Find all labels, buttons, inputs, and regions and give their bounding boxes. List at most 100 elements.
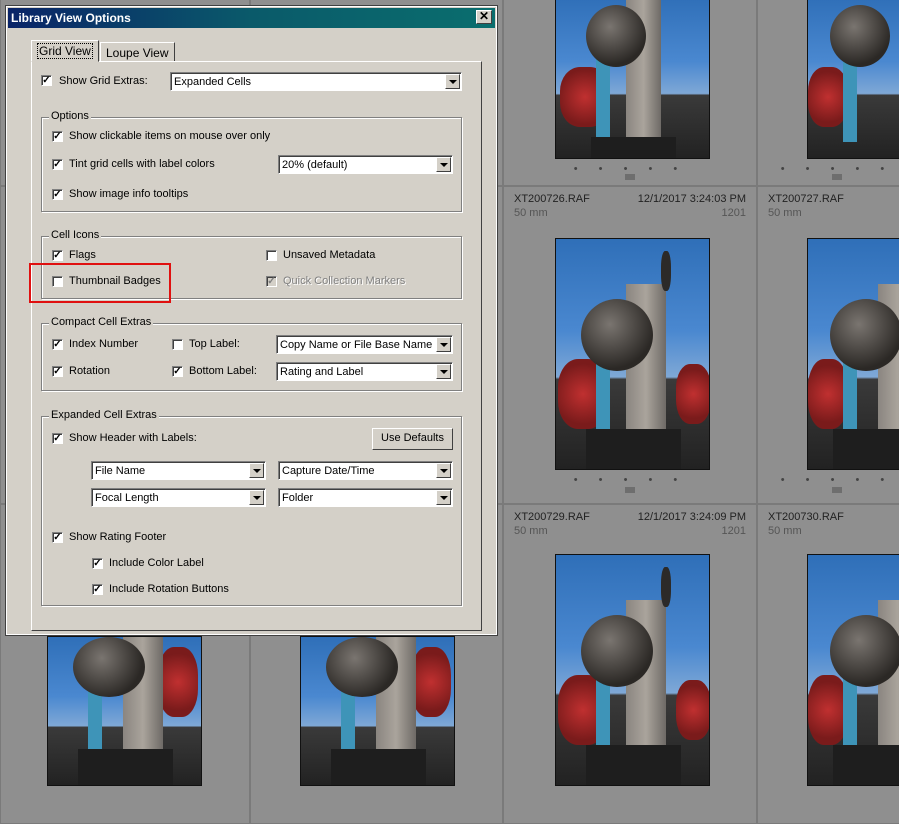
chevron-down-icon[interactable] (436, 463, 451, 478)
thumbnail-image[interactable] (47, 636, 202, 786)
top-label-label: Top Label: (189, 338, 240, 350)
close-button[interactable]: ✕ (476, 10, 492, 24)
clickable-items-checkbox[interactable]: ✓ (52, 131, 63, 142)
chevron-down-icon[interactable] (436, 490, 451, 505)
header-label-2-select[interactable]: Capture Date/Time (278, 461, 453, 480)
checkmark-icon: ✓ (53, 189, 62, 200)
bottom-label-checkbox[interactable]: ✓ (172, 366, 183, 377)
library-view-options-dialog: Library View Options ✕ Grid View Loupe V… (5, 5, 498, 636)
checkmark-icon: ✓ (53, 339, 62, 350)
checkmark-icon: ✓ (53, 366, 62, 377)
cell-handle (625, 487, 635, 493)
grid-extras-select[interactable]: Expanded Cells (170, 72, 462, 91)
show-header-label: Show Header with Labels: (69, 432, 197, 444)
header-label-1-value: File Name (95, 465, 146, 477)
chevron-down-icon[interactable] (436, 364, 451, 379)
checkmark-icon: ✓ (53, 131, 62, 142)
header-label-4-select[interactable]: Folder (278, 488, 453, 507)
cell-dots: • • • • • (780, 474, 894, 486)
cell-focal-length: 50 mm (768, 207, 802, 219)
grid-extras-value: Expanded Cells (174, 76, 252, 88)
header-label-1-select[interactable]: File Name (91, 461, 266, 480)
grid-cell[interactable]: XT200726.RAF 12/1/2017 3:24:03 PM 50 mm … (503, 186, 757, 504)
grid-cell[interactable]: • • • • • (503, 0, 757, 186)
tab-loupe-view[interactable]: Loupe View (100, 42, 175, 62)
checkmark-icon: ✓ (173, 366, 182, 377)
options-legend: Options (49, 110, 91, 122)
top-label-checkbox[interactable] (172, 339, 183, 350)
checkmark-icon: ✓ (42, 75, 51, 86)
expanded-cell-extras-legend: Expanded Cell Extras (49, 409, 159, 421)
cell-index: 1201 (721, 525, 746, 537)
unsaved-metadata-checkbox[interactable] (266, 250, 277, 261)
rating-footer-checkbox[interactable]: ✓ (52, 532, 63, 543)
flags-checkbox[interactable]: ✓ (52, 250, 63, 261)
close-icon: ✕ (478, 9, 490, 23)
header-label-4-value: Folder (282, 492, 314, 504)
cell-focal-length: 50 mm (768, 525, 802, 537)
cell-file-name: XT200726.RAF (514, 193, 590, 205)
checkmark-icon: ✓ (93, 584, 102, 595)
cell-dots: • • • • • (780, 163, 894, 175)
cell-index: 1201 (721, 207, 746, 219)
cell-focal-length: 50 mm (514, 207, 548, 219)
thumbnail-image[interactable] (807, 554, 899, 786)
use-defaults-button[interactable]: Use Defaults (372, 428, 453, 450)
tint-amount-select[interactable]: 20% (default) (278, 155, 453, 174)
thumbnail-image[interactable] (555, 238, 710, 470)
flags-label: Flags (69, 249, 96, 261)
thumbnail-image[interactable] (555, 0, 710, 159)
tint-amount-value: 20% (default) (282, 159, 348, 171)
chevron-down-icon[interactable] (436, 157, 451, 172)
title-bar[interactable]: Library View Options ✕ (8, 8, 495, 28)
tab-grid-view[interactable]: Grid View (31, 40, 99, 62)
chevron-down-icon[interactable] (445, 74, 460, 89)
grid-cell[interactable]: XT200730.RAF 50 mm (757, 504, 899, 824)
include-color-label-checkbox[interactable]: ✓ (92, 558, 103, 569)
thumbnail-image[interactable] (555, 554, 710, 786)
quick-collection-label: Quick Collection Markers (283, 275, 406, 287)
show-header-checkbox[interactable]: ✓ (52, 433, 63, 444)
cell-handle (832, 487, 842, 493)
index-number-label: Index Number (69, 338, 139, 350)
header-label-3-select[interactable]: Focal Length (91, 488, 266, 507)
include-rotation-buttons-label: Include Rotation Buttons (109, 583, 229, 595)
thumbnail-image[interactable] (807, 238, 899, 470)
thumbnail-image[interactable] (807, 0, 899, 159)
checkmark-icon: ✓ (267, 276, 276, 287)
checkmark-icon: ✓ (53, 532, 62, 543)
show-grid-extras-checkbox[interactable]: ✓ (41, 75, 52, 86)
top-label-value: Copy Name or File Base Name (280, 339, 433, 351)
top-label-select[interactable]: Copy Name or File Base Name (276, 335, 453, 354)
bottom-label-select[interactable]: Rating and Label (276, 362, 453, 381)
cell-file-name: XT200730.RAF (768, 511, 844, 523)
bottom-label-value: Rating and Label (280, 366, 364, 378)
cell-file-name: XT200727.RAF (768, 193, 844, 205)
grid-cell[interactable]: XT200729.RAF 12/1/2017 3:24:09 PM 50 mm … (503, 504, 757, 824)
grid-cell[interactable]: • • • • • (757, 0, 899, 186)
rotation-checkbox[interactable]: ✓ (52, 366, 63, 377)
window-title: Library View Options (11, 11, 131, 25)
cell-dots: • • • • • (573, 474, 687, 486)
bottom-label-label: Bottom Label: (189, 365, 257, 377)
chevron-down-icon[interactable] (249, 463, 264, 478)
include-rotation-buttons-checkbox[interactable]: ✓ (92, 584, 103, 595)
grid-cell[interactable]: XT200727.RAF 50 mm • • • • • (757, 186, 899, 504)
tint-cells-label: Tint grid cells with label colors (69, 158, 215, 170)
checkmark-icon: ✓ (53, 159, 62, 170)
include-color-label-label: Include Color Label (109, 557, 204, 569)
tint-cells-checkbox[interactable]: ✓ (52, 159, 63, 170)
clickable-items-label: Show clickable items on mouse over only (69, 130, 271, 142)
cell-handle (625, 174, 635, 180)
compact-cell-extras-legend: Compact Cell Extras (49, 316, 154, 328)
rotation-label: Rotation (69, 365, 110, 377)
cell-capture-date: 12/1/2017 3:24:09 PM (637, 511, 746, 523)
thumbnail-image[interactable] (300, 636, 455, 786)
info-tooltips-checkbox[interactable]: ✓ (52, 189, 63, 200)
chevron-down-icon[interactable] (249, 490, 264, 505)
chevron-down-icon[interactable] (436, 337, 451, 352)
cell-file-name: XT200729.RAF (514, 511, 590, 523)
index-number-checkbox[interactable]: ✓ (52, 339, 63, 350)
tab-loupe-view-label: Loupe View (106, 46, 169, 60)
checkmark-icon: ✓ (53, 433, 62, 444)
